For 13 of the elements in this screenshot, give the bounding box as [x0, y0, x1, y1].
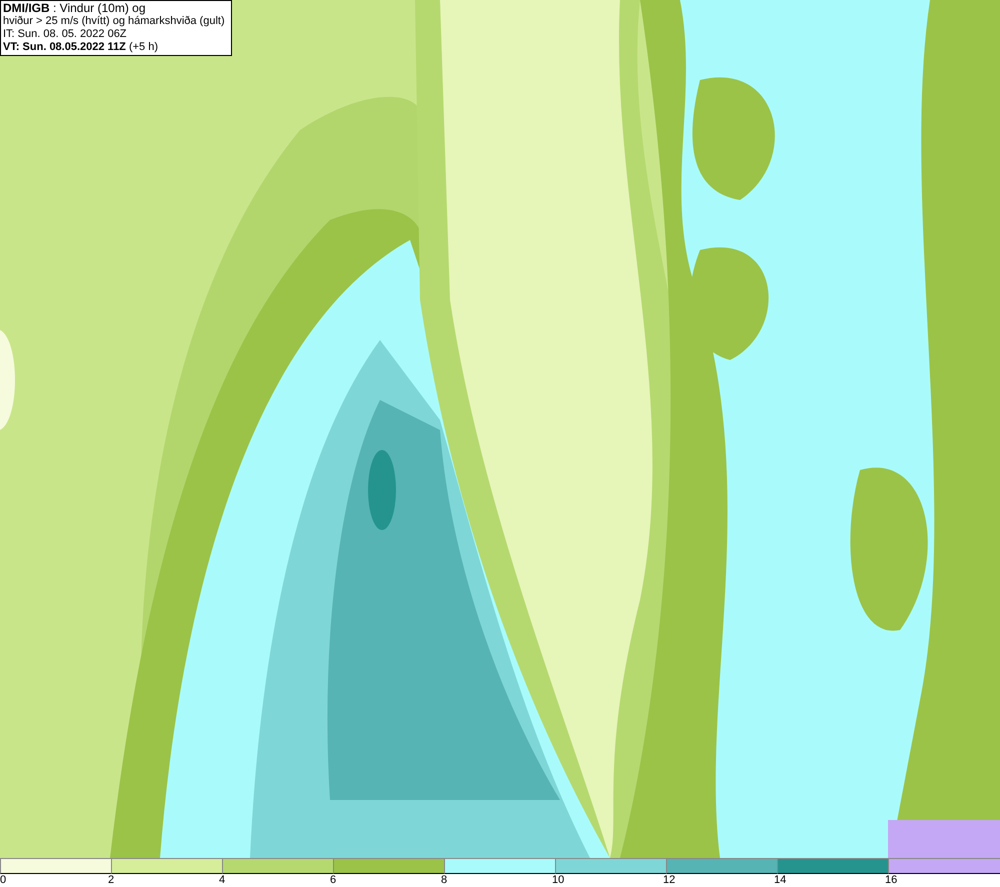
legend-label: 4	[219, 874, 226, 887]
legend-label: 6	[330, 874, 336, 887]
legend-label: 2	[108, 874, 114, 887]
legend-label: 12	[663, 874, 676, 887]
header-text: hviður > 25 m/s (hvítt) og hámarkshviða (gult)	[3, 15, 226, 28]
legend-label: 16	[885, 874, 898, 887]
header-text: IT: Sun. 08. 05. 2022 06Z	[3, 28, 128, 41]
legend-label: 14	[774, 874, 786, 887]
header-text: VT: Sun. 08.05.2022 11Z (+5 h)	[3, 41, 160, 54]
legend-label: 10	[552, 874, 564, 887]
legend-label: 8	[441, 874, 448, 887]
legend-label: 0	[0, 874, 6, 887]
header-text: DMI/IGB : Vindur (10m) og	[3, 2, 146, 15]
